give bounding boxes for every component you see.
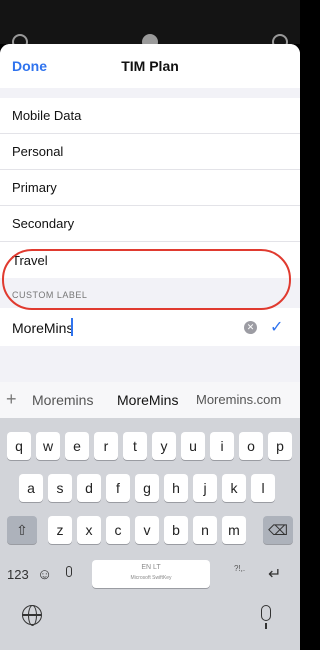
keyboard: + Moremins MoreMins Moremins.com q w e r…	[0, 382, 300, 650]
key-q[interactable]: q	[7, 432, 31, 460]
suggestion-3[interactable]: Moremins.com	[196, 392, 281, 407]
delete-icon[interactable]: ⌫	[263, 516, 293, 544]
custom-label-input[interactable]	[12, 317, 232, 339]
key-r[interactable]: r	[94, 432, 118, 460]
suggestion-bar: + Moremins MoreMins Moremins.com	[0, 382, 300, 418]
key-n[interactable]: n	[193, 516, 217, 544]
numbers-key[interactable]: 123	[7, 567, 29, 582]
space-language: EN LT	[141, 564, 161, 571]
key-w[interactable]: w	[36, 432, 60, 460]
key-e[interactable]: e	[65, 432, 89, 460]
key-u[interactable]: u	[181, 432, 205, 460]
label-list: Mobile Data Personal Primary Secondary T…	[0, 98, 300, 278]
key-a[interactable]: a	[19, 474, 43, 502]
microphone-icon[interactable]	[66, 566, 72, 577]
shift-icon[interactable]: ⇧	[7, 516, 37, 544]
label-option-mobile-data[interactable]: Mobile Data	[0, 98, 300, 134]
key-row-2: a s d f g h j k l	[0, 474, 300, 502]
key-l[interactable]: l	[251, 474, 275, 502]
return-icon[interactable]: ↵	[268, 564, 281, 584]
checkmark-icon: ✓	[270, 319, 284, 336]
dictation-mic-icon[interactable]	[261, 605, 271, 629]
key-v[interactable]: v	[135, 516, 159, 544]
key-b[interactable]: b	[164, 516, 188, 544]
key-row-3: ⇧ z x c v b n m ⌫	[0, 516, 300, 544]
label-option-personal[interactable]: Personal	[0, 134, 300, 170]
key-z[interactable]: z	[48, 516, 72, 544]
space-bar[interactable]: EN LT Microsoft SwiftKey	[92, 560, 210, 588]
key-g[interactable]: g	[135, 474, 159, 502]
key-row-4: 123 ☺ EN LT Microsoft SwiftKey ?!,. ↵	[0, 560, 300, 588]
key-p[interactable]: p	[268, 432, 292, 460]
navigation-bar: Done TIM Plan	[0, 44, 300, 88]
key-s[interactable]: s	[48, 474, 72, 502]
punctuation-key[interactable]: ?!,.	[234, 564, 245, 573]
key-k[interactable]: k	[222, 474, 246, 502]
key-row-1: q w e r t y u i o p	[0, 432, 300, 460]
clear-icon[interactable]: ✕	[244, 321, 257, 334]
suggestion-2[interactable]: MoreMins	[117, 392, 178, 408]
key-y[interactable]: y	[152, 432, 176, 460]
key-m[interactable]: m	[222, 516, 246, 544]
sheet-title: TIM Plan	[121, 58, 179, 74]
add-word-button[interactable]: +	[6, 389, 17, 410]
label-sheet: Done TIM Plan Mobile Data Personal Prima…	[0, 44, 300, 650]
key-t[interactable]: t	[123, 432, 147, 460]
key-c[interactable]: c	[106, 516, 130, 544]
text-caret	[71, 318, 73, 336]
label-option-travel[interactable]: Travel	[0, 242, 300, 278]
custom-label-header: CUSTOM LABEL	[12, 290, 88, 300]
key-i[interactable]: i	[210, 432, 234, 460]
globe-icon[interactable]	[22, 605, 42, 626]
key-d[interactable]: d	[77, 474, 101, 502]
space-brand: Microsoft SwiftKey	[130, 575, 172, 581]
label-option-primary[interactable]: Primary	[0, 170, 300, 206]
camera-top-bar	[0, 0, 300, 50]
key-h[interactable]: h	[164, 474, 188, 502]
emoji-icon[interactable]: ☺	[37, 566, 52, 583]
label-option-secondary[interactable]: Secondary	[0, 206, 300, 242]
custom-label-row: ✕ ✓	[0, 308, 300, 346]
suggestion-1[interactable]: Moremins	[32, 392, 93, 408]
key-j[interactable]: j	[193, 474, 217, 502]
key-f[interactable]: f	[106, 474, 130, 502]
key-x[interactable]: x	[77, 516, 101, 544]
key-o[interactable]: o	[239, 432, 263, 460]
